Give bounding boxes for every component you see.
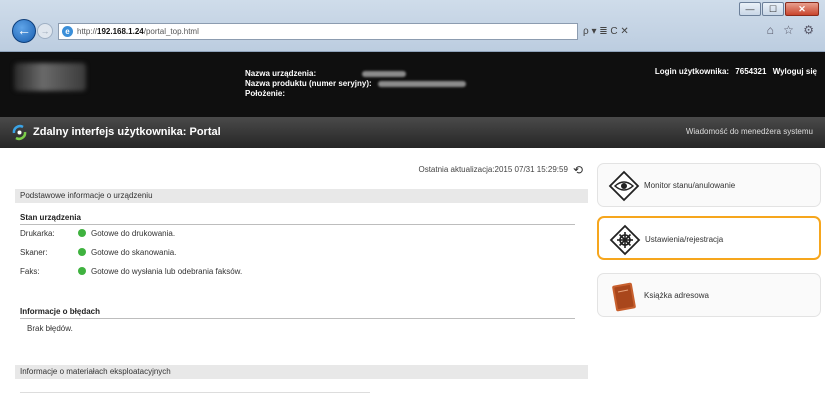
window-controls: — ☐ ✕ bbox=[739, 2, 819, 16]
browser-titlebar: — ☐ ✕ ← → e http://192.168.1.24/portal_t… bbox=[0, 0, 825, 52]
back-arrow-icon[interactable]: ← bbox=[12, 19, 36, 43]
status-ok-icon bbox=[78, 248, 86, 256]
address-book-button[interactable]: Książka adresowa bbox=[597, 273, 821, 317]
portal-bar: Zdalny interfejs użytkownika: Portal Wia… bbox=[0, 117, 825, 148]
close-button[interactable]: ✕ bbox=[785, 2, 819, 16]
status-label: Skaner: bbox=[20, 248, 48, 257]
settings-registration-button[interactable]: Ustawienia/rejestracja bbox=[597, 216, 821, 260]
status-label: Faks: bbox=[20, 267, 40, 276]
address-book-label: Książka adresowa bbox=[644, 291, 709, 300]
device-info: Nazwa urządzenia: Nazwa produktu (numer … bbox=[245, 69, 466, 99]
device-name-value bbox=[362, 70, 407, 77]
portal-title: Zdalny interfejs użytkownika: Portal bbox=[33, 126, 221, 138]
error-text: Brak błędów. bbox=[27, 324, 73, 333]
login-label: Login użytkownika: bbox=[654, 67, 730, 76]
maximize-button[interactable]: ☐ bbox=[762, 2, 784, 16]
settings-registration-label: Ustawienia/rejestracja bbox=[645, 235, 724, 244]
last-update: Ostatnia aktualizacja:2015 07/31 15:29:5… bbox=[418, 163, 583, 177]
address-book-icon bbox=[612, 282, 636, 312]
divider bbox=[20, 224, 575, 225]
login-value: 7654321 bbox=[735, 67, 767, 76]
product-name-label: Nazwa produktu (numer seryjny): bbox=[245, 79, 372, 88]
minimize-button[interactable]: — bbox=[739, 2, 761, 16]
error-info-title: Informacje o błędach bbox=[20, 307, 101, 316]
status-value: Gotowe do skanowania. bbox=[91, 248, 177, 257]
monitor-status-button[interactable]: Monitor stanu/anulowanie bbox=[597, 163, 821, 207]
main-content: Ostatnia aktualizacja:2015 07/31 15:29:5… bbox=[15, 160, 588, 396]
page-header: Nazwa urządzenia: Nazwa produktu (numer … bbox=[0, 52, 825, 117]
portal-icon bbox=[12, 124, 27, 141]
last-update-text: Ostatnia aktualizacja:2015 07/31 15:29:5… bbox=[418, 165, 568, 175]
url-text: http://192.168.1.24/portal_top.html bbox=[77, 27, 199, 36]
eye-icon bbox=[608, 170, 640, 202]
divider bbox=[20, 392, 370, 393]
ie-page-icon: e bbox=[62, 26, 73, 37]
status-ok-icon bbox=[78, 229, 86, 237]
settings-gear-icon bbox=[609, 224, 641, 256]
consumables-header: Informacje o materiałach eksploatacyjnyc… bbox=[15, 365, 588, 379]
status-row-scanner: Skaner: Gotowe do skanowania. bbox=[20, 248, 176, 257]
product-name-value bbox=[377, 80, 466, 87]
forward-arrow-icon[interactable]: → bbox=[37, 23, 53, 39]
basic-info-header: Podstawowe informacje o urządzeniu bbox=[15, 189, 588, 203]
brand-logo bbox=[14, 63, 86, 91]
device-status-title: Stan urządzenia bbox=[20, 213, 81, 222]
address-bar[interactable]: e http://192.168.1.24/portal_top.html bbox=[58, 23, 578, 40]
browser-nav-icons[interactable]: ⌂ ☆ ⚙ bbox=[767, 23, 817, 37]
refresh-icon[interactable]: ⟲ bbox=[573, 163, 583, 177]
location-label: Położenie: bbox=[245, 89, 286, 98]
status-label: Drukarka: bbox=[20, 229, 55, 238]
address-tools[interactable]: ρ ▾ ≣ C ✕ bbox=[583, 23, 629, 40]
login-area: Login użytkownika: 7654321 Wyloguj się bbox=[651, 67, 817, 76]
divider bbox=[20, 318, 575, 319]
system-message-link[interactable]: Wiadomość do menedżera systemu bbox=[686, 127, 813, 136]
status-value: Gotowe do drukowania. bbox=[91, 229, 176, 238]
device-name-label: Nazwa urządzenia: bbox=[245, 69, 317, 78]
status-value: Gotowe do wysłania lub odebrania faksów. bbox=[91, 267, 243, 276]
status-ok-icon bbox=[78, 267, 86, 275]
status-row-fax: Faks: Gotowe do wysłania lub odebrania fa… bbox=[20, 267, 242, 276]
logout-link[interactable]: Wyloguj się bbox=[773, 67, 817, 76]
status-row-printer: Drukarka: Gotowe do drukowania. bbox=[20, 229, 175, 238]
monitor-status-label: Monitor stanu/anulowanie bbox=[644, 181, 736, 190]
